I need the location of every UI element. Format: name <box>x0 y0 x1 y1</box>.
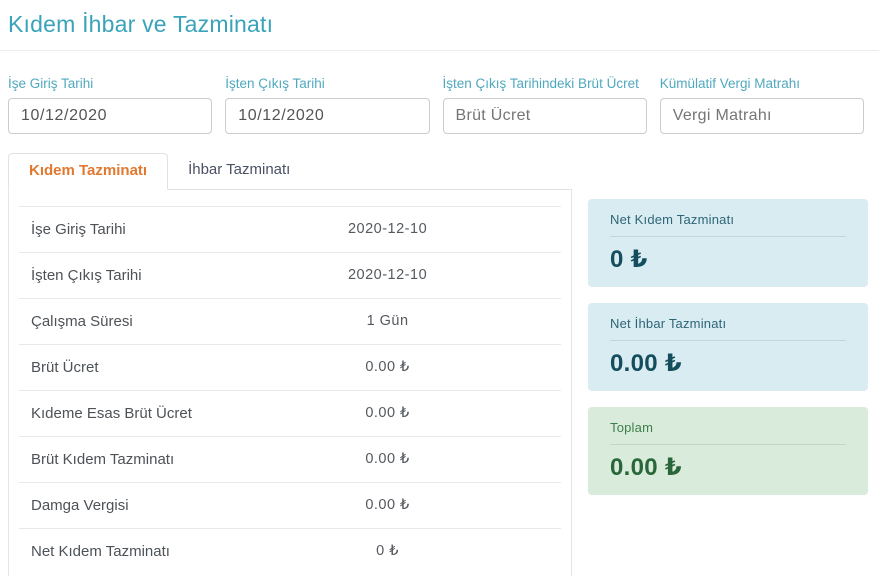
card-divider <box>610 236 846 237</box>
table-row: Net Kıdem Tazminatı 0 ₺ <box>19 529 561 575</box>
table-row: İşten Çıkış Tarihi 2020-12-10 <box>19 253 561 299</box>
table-row: Brüt Kıdem Tazminatı 0.00 ₺ <box>19 437 561 483</box>
card-value: 0.00 ₺ <box>610 453 846 482</box>
page: Kıdem İhbar ve Tazminatı İşe Giriş Tarih… <box>0 0 879 576</box>
card-title: Net İhbar Tazminatı <box>610 316 846 331</box>
row-label: Net Kıdem Tazminatı <box>19 529 214 575</box>
tab-content-kidem: İşe Giriş Tarihi 2020-12-10 İşten Çıkış … <box>8 190 572 576</box>
card-title: Toplam <box>610 420 846 435</box>
calculator-form: İşe Giriş Tarihi İşten Çıkış Tarihi İşte… <box>8 76 864 134</box>
table-row: İşe Giriş Tarihi 2020-12-10 <box>19 207 561 253</box>
row-value: 0 ₺ <box>214 529 561 575</box>
net-kidem-tazminati-card: Net Kıdem Tazminatı 0 ₺ <box>588 199 868 287</box>
field-vergi-matrahi: Kümülatif Vergi Matrahı <box>660 76 864 134</box>
title-divider <box>0 50 879 51</box>
main-area: Kıdem Tazminatı İhbar Tazminatı İşe Giri… <box>8 153 864 576</box>
row-value: 0.00 ₺ <box>214 483 561 529</box>
row-label: Brüt Kıdem Tazminatı <box>19 437 214 483</box>
table-row: Kıdeme Esas Brüt Ücret 0.00 ₺ <box>19 391 561 437</box>
ise-giris-tarihi-input[interactable] <box>8 98 212 134</box>
field-label: İşe Giriş Tarihi <box>8 76 212 91</box>
table-row: Damga Vergisi 0.00 ₺ <box>19 483 561 529</box>
card-value: 0 ₺ <box>610 245 846 274</box>
net-ihbar-tazminati-card: Net İhbar Tazminatı 0.00 ₺ <box>588 303 868 391</box>
row-value: 2020-12-10 <box>214 253 561 299</box>
field-label: İşten Çıkış Tarihi <box>225 76 429 91</box>
card-divider <box>610 444 846 445</box>
row-value: 1 Gün <box>214 299 561 345</box>
row-label: Damga Vergisi <box>19 483 214 529</box>
tab-ihbar-tazminati[interactable]: İhbar Tazminatı <box>168 153 310 189</box>
table-row: Brüt Ücret 0.00 ₺ <box>19 345 561 391</box>
row-value: 0.00 ₺ <box>214 345 561 391</box>
tab-bar: Kıdem Tazminatı İhbar Tazminatı <box>8 153 572 190</box>
row-value: 2020-12-10 <box>214 207 561 253</box>
row-label: Çalışma Süresi <box>19 299 214 345</box>
vergi-matrahi-input[interactable] <box>660 98 864 134</box>
row-label: İşten Çıkış Tarihi <box>19 253 214 299</box>
table-row: Çalışma Süresi 1 Gün <box>19 299 561 345</box>
results-panel: Kıdem Tazminatı İhbar Tazminatı İşe Giri… <box>8 153 572 576</box>
field-isten-cikis-tarihi: İşten Çıkış Tarihi <box>225 76 429 134</box>
row-label: Kıdeme Esas Brüt Ücret <box>19 391 214 437</box>
row-value: 0.00 ₺ <box>214 391 561 437</box>
brut-ucret-input[interactable] <box>443 98 647 134</box>
row-label: İşe Giriş Tarihi <box>19 207 214 253</box>
summary-column: Net Kıdem Tazminatı 0 ₺ Net İhbar Tazmin… <box>588 153 868 511</box>
card-value: 0.00 ₺ <box>610 349 846 378</box>
field-brut-ucret: İşten Çıkış Tarihindeki Brüt Ücret <box>443 76 647 134</box>
card-title: Net Kıdem Tazminatı <box>610 212 846 227</box>
field-ise-giris-tarihi: İşe Giriş Tarihi <box>8 76 212 134</box>
field-label: Kümülatif Vergi Matrahı <box>660 76 864 91</box>
toplam-card: Toplam 0.00 ₺ <box>588 407 868 495</box>
field-label: İşten Çıkış Tarihindeki Brüt Ücret <box>443 76 647 91</box>
card-divider <box>610 340 846 341</box>
isten-cikis-tarihi-input[interactable] <box>225 98 429 134</box>
page-title: Kıdem İhbar ve Tazminatı <box>8 0 864 38</box>
row-label: Brüt Ücret <box>19 345 214 391</box>
kidem-results-table: İşe Giriş Tarihi 2020-12-10 İşten Çıkış … <box>19 206 561 574</box>
row-value: 0.00 ₺ <box>214 437 561 483</box>
tab-kidem-tazminati[interactable]: Kıdem Tazminatı <box>8 153 168 190</box>
